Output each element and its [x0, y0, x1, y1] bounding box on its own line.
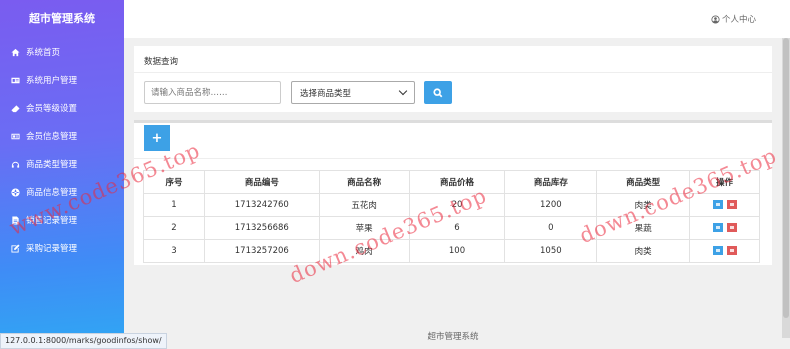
id-card-icon [10, 75, 20, 85]
cell-price: 6 [408, 216, 506, 240]
sidebar-item-label: 采购记录管理 [26, 244, 78, 254]
query-title: 数据查询 [144, 57, 179, 67]
cell-stock: 1200 [504, 193, 598, 217]
scrollbar-thumb[interactable] [783, 38, 789, 318]
goods-table: 序号 商品编号 商品名称 商品价格 商品库存 商品类型 操作 1 1713242… [143, 170, 760, 263]
sidebar-item-label: 系统首页 [26, 48, 61, 58]
sidebar-item-label: 会员信息管理 [26, 132, 78, 142]
eraser-icon [10, 103, 20, 113]
sidebar-item-label: 会员等级设置 [26, 104, 78, 114]
sidebar-item-member-levels[interactable]: 会员等级设置 [0, 94, 124, 122]
cell-name: 五花肉 [318, 193, 410, 217]
table-header-row: 序号 商品编号 商品名称 商品价格 商品库存 商品类型 操作 [143, 170, 760, 194]
user-circle-icon [711, 14, 720, 24]
sidebar-item-label: 系统用户管理 [26, 76, 78, 86]
cell-stock: 0 [504, 216, 598, 240]
divider [134, 72, 772, 73]
sidebar-item-label: 商品类型管理 [26, 160, 78, 170]
sidebar-item-member-info[interactable]: 会员信息管理 [0, 122, 124, 150]
delete-button[interactable] [726, 200, 737, 209]
user-center-link[interactable]: 个人中心 [711, 13, 756, 25]
page-scrollbar[interactable] [782, 38, 790, 338]
column-header: 序号 [143, 170, 205, 194]
cell-no: 2 [143, 216, 205, 240]
cell-no: 1 [143, 193, 205, 217]
headphones-icon [10, 159, 20, 169]
add-goods-button[interactable]: + [144, 125, 170, 151]
home-icon [10, 47, 20, 57]
sidebar-item-home[interactable]: 系统首页 [0, 38, 124, 66]
table-row: 3 1713257206 鸡肉 100 1050 肉类 [143, 239, 760, 263]
divider [134, 158, 772, 159]
column-header: 商品库存 [504, 170, 598, 194]
cell-actions [689, 239, 760, 263]
sidebar-item-sales-records[interactable]: 销售记录管理 [0, 206, 124, 234]
cell-type: 果蔬 [596, 216, 691, 240]
cell-type: 肉类 [596, 193, 691, 217]
search-input[interactable] [144, 81, 281, 104]
cell-actions [689, 216, 760, 240]
sidebar-item-system-users[interactable]: 系统用户管理 [0, 66, 124, 94]
column-header: 商品价格 [408, 170, 506, 194]
delete-button[interactable] [726, 246, 737, 255]
goods-type-select-value: 选择商品类型 [300, 88, 352, 99]
goods-list-panel: + 序号 商品编号 商品名称 商品价格 商品库存 商品类型 操作 1 17132… [134, 120, 772, 265]
top-bar: 个人中心 [124, 0, 790, 38]
footer-text: 超市管理系统 [427, 332, 479, 342]
sidebar-item-label: 商品信息管理 [26, 188, 78, 198]
edit-button[interactable] [712, 246, 723, 255]
globe-icon [10, 187, 20, 197]
sidebar-item-purchase-records[interactable]: 采购记录管理 [0, 234, 124, 262]
cell-actions [689, 193, 760, 217]
cell-price: 100 [408, 239, 506, 263]
search-button[interactable] [424, 81, 452, 104]
sidebar-menu: 系统首页 系统用户管理 会员等级设置 会员信息管理 商品类型管理 商品信息管理 … [0, 38, 124, 262]
user-center-label: 个人中心 [721, 15, 756, 25]
cell-name: 鸡肉 [318, 239, 410, 263]
chevron-down-icon [398, 86, 408, 96]
sidebar-item-goods-types[interactable]: 商品类型管理 [0, 150, 124, 178]
column-header: 商品名称 [318, 170, 410, 194]
search-icon [433, 87, 443, 97]
cell-name: 苹果 [318, 216, 410, 240]
cell-type: 肉类 [596, 239, 691, 263]
goods-type-select[interactable]: 选择商品类型 [291, 81, 415, 104]
document-icon [10, 215, 20, 225]
cell-code: 1713256686 [203, 216, 320, 240]
table-row: 2 1713256686 苹果 6 0 果蔬 [143, 216, 760, 240]
sidebar-item-label: 销售记录管理 [26, 216, 78, 226]
column-header: 商品编号 [203, 170, 320, 194]
cell-code: 1713242760 [203, 193, 320, 217]
edit-button[interactable] [712, 223, 723, 232]
table-row: 1 1713242760 五花肉 20 1200 肉类 [143, 193, 760, 217]
cell-price: 20 [408, 193, 506, 217]
cell-no: 3 [143, 239, 205, 263]
divider [134, 120, 772, 123]
edit-icon [10, 243, 20, 253]
app-title: 超市管理系统 [29, 12, 95, 25]
sidebar: 超市管理系统 系统首页 系统用户管理 会员等级设置 会员信息管理 商品类型管理 … [0, 0, 124, 349]
query-panel: 数据查询 选择商品类型 [134, 46, 772, 112]
status-bar-url: 127.0.0.1:8000/marks/goodinfos/show/ [0, 333, 167, 349]
edit-button[interactable] [712, 200, 723, 209]
column-header: 操作 [689, 170, 760, 194]
address-card-icon [10, 131, 20, 141]
cell-code: 1713257206 [203, 239, 320, 263]
column-header: 商品类型 [596, 170, 691, 194]
sidebar-item-goods-info[interactable]: 商品信息管理 [0, 178, 124, 206]
cell-stock: 1050 [504, 239, 598, 263]
delete-button[interactable] [726, 223, 737, 232]
